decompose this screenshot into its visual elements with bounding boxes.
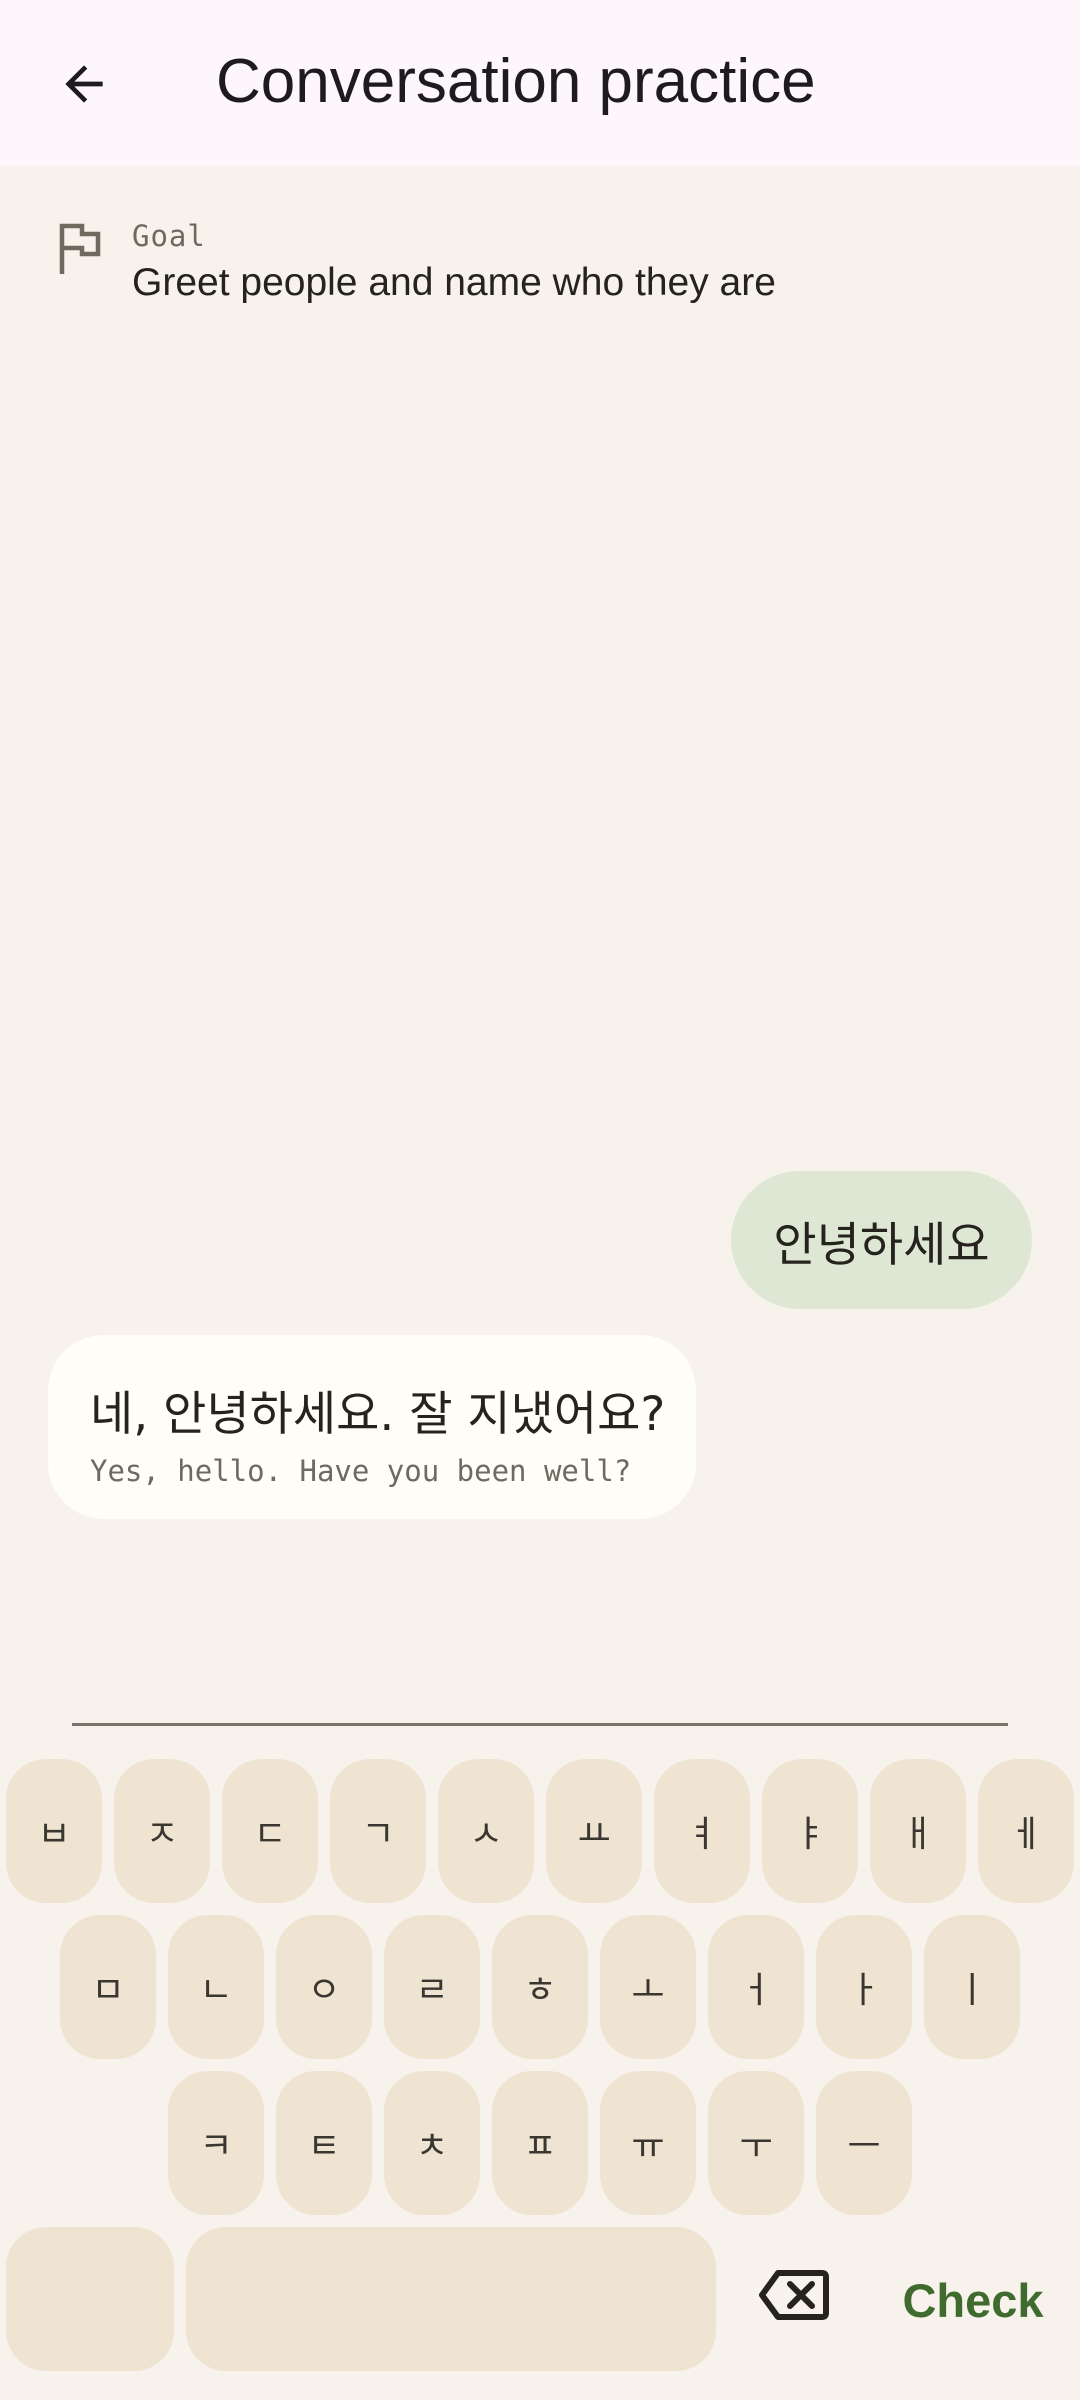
key[interactable]: ㄷ [222,1759,318,1903]
key[interactable]: ㄴ [168,1915,264,2059]
key[interactable]: ㅗ [600,1915,696,2059]
key[interactable]: ㅏ [816,1915,912,2059]
key[interactable]: ㅁ [60,1915,156,2059]
key[interactable]: ㅇ [276,1915,372,2059]
key[interactable]: ㅅ [438,1759,534,1903]
goal-label: Goal [132,219,206,253]
partner-message-text: 네, 안녕하세요. 잘 지냈어요? [90,1387,666,1442]
space-key[interactable] [186,2227,716,2371]
key[interactable]: ㅎ [492,1915,588,2059]
keyboard-mode-key[interactable] [6,2227,174,2371]
user-message-text: 안녕하세요 [773,1217,990,1273]
page-title: Conversation practice [216,47,816,116]
arrow-left-icon [65,65,103,103]
back-button[interactable] [40,40,128,128]
goal-text: Greet people and name who they are [132,261,776,304]
top-app-bar: Conversation practice [0,0,1080,166]
key[interactable]: ㅊ [384,2071,480,2215]
backspace-button[interactable] [744,2240,844,2350]
key[interactable]: ㅜ [708,2071,804,2215]
key[interactable]: ㅠ [600,2071,696,2215]
key[interactable]: ㅡ [816,2071,912,2215]
key[interactable]: ㅐ [870,1759,966,1903]
key[interactable]: ㅈ [114,1759,210,1903]
key[interactable]: ㅕ [654,1759,750,1903]
key[interactable]: ㄱ [330,1759,426,1903]
user-message-bubble: 안녕하세요 [731,1171,1032,1309]
key[interactable]: ㅍ [492,2071,588,2215]
key[interactable]: ㅔ [978,1759,1074,1903]
key[interactable]: ㅓ [708,1915,804,2059]
partner-message-bubble: 네, 안녕하세요. 잘 지냈어요? Yes, hello. Have you b… [48,1335,696,1519]
key[interactable]: ㅑ [762,1759,858,1903]
key[interactable]: ㅣ [924,1915,1020,2059]
key[interactable]: ㅌ [276,2071,372,2215]
key[interactable]: ㅂ [6,1759,102,1903]
key[interactable]: ㅋ [168,2071,264,2215]
flag-icon [59,223,101,274]
partner-message-translation: Yes, hello. Have you been well? [90,1454,632,1488]
key[interactable]: ㄹ [384,1915,480,2059]
key[interactable]: ㅛ [546,1759,642,1903]
backspace-icon [759,2270,829,2320]
answer-input-underline[interactable] [72,1723,1008,1726]
check-button[interactable]: Check [888,2265,1058,2335]
